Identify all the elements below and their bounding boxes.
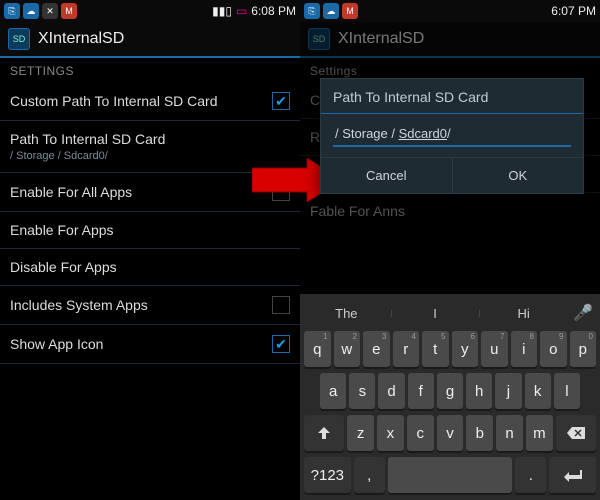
key-c[interactable]: c (407, 415, 434, 451)
row-fable-bg: Fable For Anns (300, 193, 600, 229)
path-dialog: Path To Internal SD Card / Storage / Sdc… (320, 78, 584, 194)
key-y[interactable]: y6 (452, 331, 479, 367)
status-icons-left: ⎘ ☁ ✕ M (4, 3, 77, 19)
key-row-1: q1w2e3r4t5y6u7i8o9p0 (302, 328, 598, 370)
key-row-4: ?123 , . (302, 454, 598, 496)
suggestion[interactable]: I (391, 306, 480, 321)
row-show-icon[interactable]: Show App Icon ✔ (0, 325, 300, 364)
shift-icon (317, 426, 331, 440)
dialog-buttons: Cancel OK (321, 157, 583, 193)
key-w[interactable]: w2 (334, 331, 361, 367)
row-label: Includes System Apps (10, 297, 148, 313)
checkbox-checked-icon[interactable]: ✔ (272, 92, 290, 110)
input-suffix: / (447, 126, 451, 141)
cloud-icon: ☁ (323, 3, 339, 19)
keyboard: The I Hi 🎤 q1w2e3r4t5y6u7i8o9p0 asdfghjk… (300, 294, 600, 500)
ok-button[interactable]: OK (452, 158, 584, 193)
key-a[interactable]: a (320, 373, 346, 409)
app-title: XInternalSD (38, 30, 124, 48)
status-bar: ⎘ ☁ ✕ M ▮▮▯ ▭ 6:08 PM (0, 0, 300, 22)
suggestion-row: The I Hi 🎤 (302, 298, 598, 328)
key-j[interactable]: j (495, 373, 521, 409)
key-e[interactable]: e3 (363, 331, 390, 367)
clock: 6:07 PM (551, 4, 596, 18)
key-t[interactable]: t5 (422, 331, 449, 367)
app-title: XInternalSD (338, 30, 424, 48)
row-disable-for[interactable]: Disable For Apps (0, 249, 300, 286)
row-label: Enable For All Apps (10, 184, 132, 200)
status-icons-left: ⎘ ☁ M (304, 3, 358, 19)
row-label: Disable For Apps (10, 259, 117, 275)
status-right: 6:07 PM (551, 4, 596, 18)
row-include-sys[interactable]: Includes System Apps ✔ (0, 286, 300, 325)
checkbox-unchecked-icon[interactable]: ✔ (272, 296, 290, 314)
key-i[interactable]: i8 (511, 331, 538, 367)
key-u[interactable]: u7 (481, 331, 508, 367)
key-n[interactable]: n (496, 415, 523, 451)
row-sublabel: / Storage / Sdcard0/ (10, 150, 165, 162)
suggestion[interactable]: The (302, 306, 391, 321)
cloud-icon: ☁ (23, 3, 39, 19)
key-d[interactable]: d (378, 373, 404, 409)
dialog-divider (321, 113, 583, 114)
key-f[interactable]: f (408, 373, 434, 409)
row-label: Enable For Apps (10, 222, 114, 238)
clock: 6:08 PM (251, 4, 296, 18)
key-b[interactable]: b (466, 415, 493, 451)
key-o[interactable]: o9 (540, 331, 567, 367)
app-notif-icon: ✕ (42, 3, 58, 19)
key-v[interactable]: v (437, 415, 464, 451)
app-icon: SD (308, 28, 330, 50)
section-header: SETTINGS (0, 58, 300, 82)
battery-icon: ▭ (236, 4, 247, 18)
backspace-icon (567, 427, 585, 439)
app-bar: SD XInternalSD (300, 22, 600, 58)
key-x[interactable]: x (377, 415, 404, 451)
key-row-3: zxcvbnm (302, 412, 598, 454)
key-comma[interactable]: , (354, 457, 385, 493)
key-h[interactable]: h (466, 373, 492, 409)
key-m[interactable]: m (526, 415, 553, 451)
key-symbols[interactable]: ?123 (304, 457, 351, 493)
cancel-button[interactable]: Cancel (321, 158, 452, 193)
row-label: Custom Path To Internal SD Card (10, 93, 218, 109)
enter-icon (563, 468, 583, 482)
key-r[interactable]: r4 (393, 331, 420, 367)
key-period[interactable]: . (515, 457, 546, 493)
mic-icon[interactable]: 🎤 (568, 303, 598, 323)
app-icon: SD (8, 28, 30, 50)
key-l[interactable]: l (554, 373, 580, 409)
key-space[interactable] (388, 457, 512, 493)
key-q[interactable]: q1 (304, 331, 331, 367)
screen-left: ⎘ ☁ ✕ M ▮▮▯ ▭ 6:08 PM SD XInternalSD SET… (0, 0, 300, 500)
key-k[interactable]: k (525, 373, 551, 409)
row-label: Path To Internal SD Card (10, 131, 165, 147)
row-custom-path[interactable]: Custom Path To Internal SD Card ✔ (0, 82, 300, 121)
key-g[interactable]: g (437, 373, 463, 409)
app-bar: SD XInternalSD (0, 22, 300, 58)
key-shift[interactable] (304, 415, 344, 451)
key-z[interactable]: z (347, 415, 374, 451)
key-p[interactable]: p0 (570, 331, 597, 367)
dialog-title: Path To Internal SD Card (321, 79, 583, 113)
notif-icon: ⎘ (4, 3, 20, 19)
input-prefix: / Storage / (335, 126, 399, 141)
key-backspace[interactable] (556, 415, 596, 451)
status-right: ▮▮▯ ▭ 6:08 PM (212, 4, 296, 18)
row-enable-for[interactable]: Enable For Apps (0, 212, 300, 249)
suggestion[interactable]: Hi (479, 306, 568, 321)
row-label: Show App Icon (10, 336, 103, 352)
key-s[interactable]: s (349, 373, 375, 409)
key-enter[interactable] (549, 457, 596, 493)
input-underlined: Sdcard0 (399, 126, 447, 141)
dialog-input[interactable]: / Storage / Sdcard0/ (333, 122, 571, 147)
checkbox-checked-icon[interactable]: ✔ (272, 335, 290, 353)
status-bar: ⎘ ☁ M 6:07 PM (300, 0, 600, 22)
mail-icon: M (342, 3, 358, 19)
mail-icon: M (61, 3, 77, 19)
signal-icon: ▮▮▯ (212, 4, 232, 18)
key-row-2: asdfghjkl (302, 370, 598, 412)
notif-icon: ⎘ (304, 3, 320, 19)
